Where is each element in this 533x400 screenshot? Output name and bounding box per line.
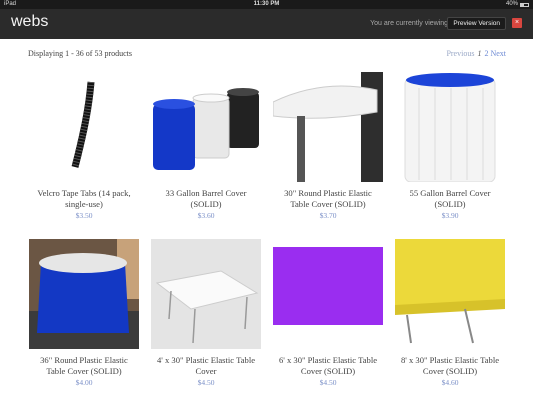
- product-name[interactable]: 8' x 30" Plastic Elastic Table Cover (SO…: [395, 355, 505, 377]
- white-folding-table-image[interactable]: [151, 239, 261, 349]
- product-price: $4.50: [319, 378, 337, 387]
- product-card[interactable]: 8' x 30" Plastic Elastic Table Cover (SO…: [395, 239, 505, 400]
- product-price: $3.90: [441, 211, 459, 220]
- product-price: $3.60: [197, 211, 215, 220]
- product-grid: Velcro Tape Tabs (14 pack, single-use) $…: [29, 72, 505, 400]
- battery-status: 40%: [506, 0, 529, 9]
- ios-status-bar: iPad 11:30 PM 40%: [0, 0, 533, 9]
- battery-icon: [520, 2, 529, 7]
- product-card[interactable]: 6' x 30" Plastic Elastic Table Cover (SO…: [273, 239, 383, 400]
- pager-previous: Previous: [446, 49, 475, 58]
- clock: 11:30 PM: [253, 1, 280, 7]
- product-name[interactable]: 33 Gallon Barrel Cover (SOLID): [151, 188, 261, 210]
- blue-skirted-table-image[interactable]: [29, 239, 139, 349]
- product-card[interactable]: 30" Round Plastic Elastic Table Cover (S…: [273, 72, 383, 239]
- white-barrel-cover-image[interactable]: [395, 72, 505, 182]
- battery-percent: 40%: [505, 1, 518, 7]
- round-table-cover-image[interactable]: [273, 72, 383, 182]
- preview-version-button[interactable]: Preview Version: [447, 17, 506, 30]
- viewing-label: You are currently viewing:: [370, 20, 450, 27]
- product-card[interactable]: 36" Round Plastic Elastic Table Cover (S…: [29, 239, 139, 400]
- product-name[interactable]: 55 Gallon Barrel Cover (SOLID): [395, 188, 505, 210]
- product-card[interactable]: 4' x 30" Plastic Elastic Table Cover $4.…: [151, 239, 261, 400]
- yellow-table-cover-image[interactable]: [395, 239, 505, 349]
- product-price: $3.70: [319, 211, 337, 220]
- product-price: $4.50: [197, 378, 215, 387]
- product-name[interactable]: 6' x 30" Plastic Elastic Table Cover (SO…: [273, 355, 383, 377]
- product-price: $4.00: [75, 378, 93, 387]
- velcro-tape-image[interactable]: [29, 72, 139, 182]
- product-name[interactable]: 36" Round Plastic Elastic Table Cover (S…: [29, 355, 139, 377]
- purple-table-cover-image[interactable]: [273, 239, 383, 349]
- barrel-covers-image[interactable]: [151, 72, 261, 182]
- product-card[interactable]: 55 Gallon Barrel Cover (SOLID) $3.90: [395, 72, 505, 239]
- product-name[interactable]: 4' x 30" Plastic Elastic Table Cover: [151, 355, 261, 377]
- product-card[interactable]: Velcro Tape Tabs (14 pack, single-use) $…: [29, 72, 139, 239]
- webs-logo[interactable]: webs: [11, 13, 48, 31]
- pager-page-2[interactable]: 2: [484, 49, 488, 58]
- product-price: $4.60: [441, 378, 459, 387]
- close-preview-button[interactable]: ×: [512, 18, 522, 28]
- product-name[interactable]: 30" Round Plastic Elastic Table Cover (S…: [273, 188, 383, 210]
- pager-current-page: 1: [477, 49, 482, 58]
- pager-next[interactable]: Next: [490, 49, 506, 58]
- product-price: $3.50: [75, 211, 93, 220]
- site-header: webs You are currently viewing: Preview …: [0, 9, 533, 39]
- product-name[interactable]: Velcro Tape Tabs (14 pack, single-use): [29, 188, 139, 210]
- results-count: Displaying 1 - 36 of 53 products: [28, 49, 132, 58]
- pagination: Previous 1 2 Next: [446, 49, 506, 58]
- product-card[interactable]: 33 Gallon Barrel Cover (SOLID) $3.60: [151, 72, 261, 239]
